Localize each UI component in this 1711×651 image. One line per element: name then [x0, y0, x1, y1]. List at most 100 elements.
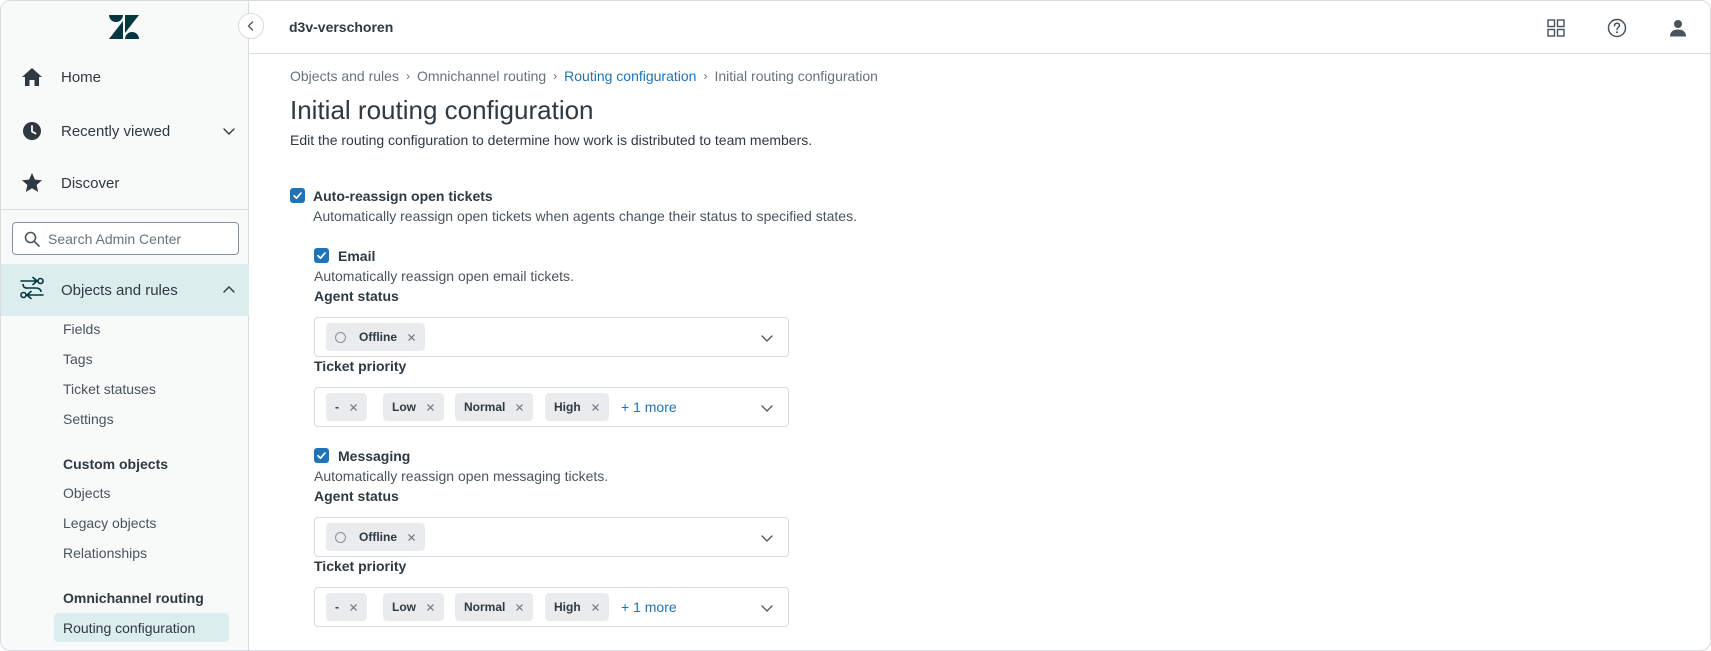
nav-discover-label: Discover	[61, 174, 120, 192]
nav-home-label: Home	[61, 68, 102, 86]
priority-tag-dash: -	[326, 593, 367, 621]
objects-rules-icon	[20, 276, 44, 305]
omnichannel-heading: Omnichannel routing	[63, 590, 204, 606]
breadcrumb-omnichannel[interactable]: Omnichannel routing	[417, 68, 546, 84]
remove-tag-icon[interactable]	[349, 603, 358, 612]
breadcrumb: Objects and rules › Omnichannel routing …	[290, 68, 878, 84]
priority-tag-low: Low	[383, 593, 444, 621]
chevron-right-icon: ›	[553, 69, 558, 83]
nav-recently-viewed[interactable]: Recently viewed	[1, 105, 249, 157]
search-input[interactable]	[48, 230, 228, 247]
nav-home[interactable]: Home	[1, 51, 249, 103]
sidebar-section-label: Objects and rules	[61, 281, 178, 299]
sidebar-item-fields[interactable]: Fields	[63, 321, 100, 337]
chevron-right-icon: ›	[703, 69, 708, 83]
email-hint: Automatically reassign open email ticket…	[314, 268, 574, 284]
messaging-agent-status-label: Agent status	[314, 488, 399, 504]
messaging-checkbox[interactable]	[314, 448, 329, 463]
email-label[interactable]: Email	[338, 248, 375, 264]
check-icon	[293, 192, 302, 200]
priority-tag-label: -	[335, 600, 339, 614]
email-ticket-priority-label: Ticket priority	[314, 358, 407, 374]
remove-tag-icon[interactable]	[515, 403, 524, 412]
products-grid-icon[interactable]	[1544, 16, 1568, 40]
email-agent-status-label: Agent status	[314, 288, 399, 304]
app-window: Home Recently viewed Discover Objects an…	[0, 0, 1711, 651]
priority-tag-label: High	[554, 400, 581, 414]
messaging-label[interactable]: Messaging	[338, 448, 410, 464]
page-title: Initial routing configuration	[290, 95, 594, 125]
offline-status-icon	[335, 331, 346, 343]
user-avatar-icon[interactable]	[1666, 16, 1690, 40]
status-tag-label: Offline	[359, 530, 397, 544]
priority-tag-dash: -	[326, 393, 367, 421]
chevron-right-icon: ›	[405, 69, 410, 83]
remove-tag-icon[interactable]	[407, 333, 416, 342]
remove-tag-icon[interactable]	[349, 403, 358, 412]
sidebar-item-objects[interactable]: Objects	[63, 485, 110, 501]
sidebar-section-objects-rules[interactable]: Objects and rules	[1, 264, 249, 316]
breadcrumb-current: Initial routing configuration	[714, 68, 878, 84]
check-icon	[317, 452, 326, 460]
sidebar-item-relationships[interactable]: Relationships	[63, 545, 147, 561]
priority-tag-label: Low	[392, 600, 416, 614]
more-tags-link[interactable]: + 1 more	[621, 599, 677, 615]
chevron-down-icon[interactable]	[221, 123, 237, 139]
messaging-hint: Automatically reassign open messaging ti…	[314, 468, 609, 484]
priority-tag-high: High	[545, 593, 609, 621]
priority-tag-normal: Normal	[455, 593, 534, 621]
chevron-down-icon	[761, 535, 773, 542]
remove-tag-icon[interactable]	[591, 603, 600, 612]
home-icon	[20, 65, 44, 89]
custom-objects-heading: Custom objects	[63, 456, 169, 472]
priority-tag-label: -	[335, 400, 339, 414]
help-icon[interactable]	[1605, 16, 1629, 40]
more-tags-link[interactable]: + 1 more	[621, 399, 677, 415]
chevron-up-icon[interactable]	[221, 282, 237, 298]
status-tag-offline: Offline	[326, 523, 425, 551]
star-icon	[20, 171, 44, 195]
nav-discover[interactable]: Discover	[1, 157, 249, 209]
status-tag-offline: Offline	[326, 323, 425, 351]
priority-tag-high: High	[545, 393, 609, 421]
search-icon	[24, 231, 40, 247]
priority-tag-label: Normal	[464, 600, 506, 614]
collapse-sidebar-button[interactable]	[238, 13, 264, 39]
chevron-down-icon	[761, 405, 773, 412]
zendesk-logo[interactable]	[109, 15, 139, 39]
email-ticket-priority-select[interactable]: - Low Normal High + 1 more	[314, 387, 789, 427]
check-icon	[317, 252, 326, 260]
sidebar-item-settings[interactable]: Settings	[63, 411, 114, 427]
email-agent-status-select[interactable]: Offline	[314, 317, 789, 357]
messaging-ticket-priority-select[interactable]: - Low Normal High + 1 more	[314, 587, 789, 627]
offline-status-icon	[335, 531, 346, 543]
breadcrumb-routing-configuration[interactable]: Routing configuration	[564, 68, 696, 84]
sidebar-item-routing-configuration[interactable]: Routing configuration	[54, 613, 229, 642]
status-tag-label: Offline	[359, 330, 397, 344]
priority-tag-label: Low	[392, 400, 416, 414]
auto-reassign-label[interactable]: Auto-reassign open tickets	[313, 188, 493, 204]
auto-reassign-checkbox[interactable]	[290, 188, 305, 203]
breadcrumb-objects-rules[interactable]: Objects and rules	[290, 68, 399, 84]
sidebar-item-tags[interactable]: Tags	[63, 351, 93, 367]
messaging-agent-status-select[interactable]: Offline	[314, 517, 789, 557]
remove-tag-icon[interactable]	[407, 533, 416, 542]
sidebar-item-ticket-statuses[interactable]: Ticket statuses	[63, 381, 156, 397]
sidebar-item-legacy-objects[interactable]: Legacy objects	[63, 515, 156, 531]
remove-tag-icon[interactable]	[426, 403, 435, 412]
clock-icon	[20, 119, 44, 143]
auto-reassign-hint: Automatically reassign open tickets when…	[313, 208, 857, 224]
page-description: Edit the routing configuration to determ…	[290, 132, 813, 148]
top-bar: d3v-verschoren	[250, 1, 1710, 54]
chevron-down-icon	[761, 335, 773, 342]
remove-tag-icon[interactable]	[591, 403, 600, 412]
priority-tag-low: Low	[383, 393, 444, 421]
priority-tag-label: High	[554, 600, 581, 614]
messaging-ticket-priority-label: Ticket priority	[314, 558, 407, 574]
email-checkbox[interactable]	[314, 248, 329, 263]
chevron-left-icon	[247, 21, 254, 31]
sidebar: Home Recently viewed Discover Objects an…	[1, 1, 249, 650]
remove-tag-icon[interactable]	[515, 603, 524, 612]
remove-tag-icon[interactable]	[426, 603, 435, 612]
admin-search[interactable]	[12, 222, 239, 255]
